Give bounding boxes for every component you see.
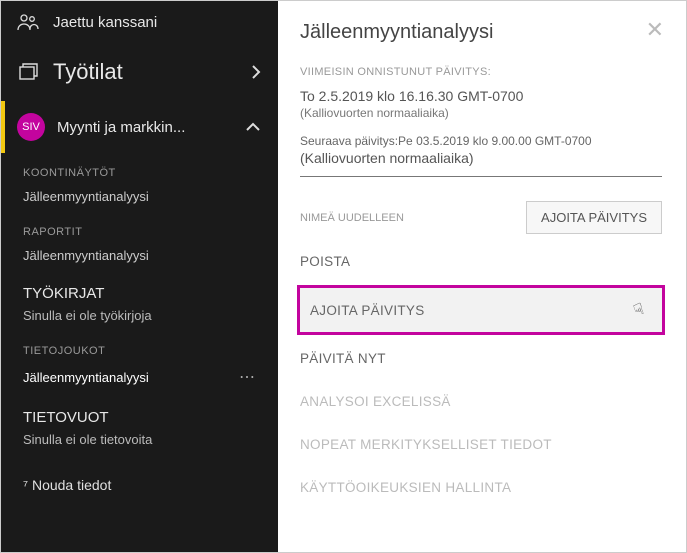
chevron-up-icon	[244, 121, 262, 133]
pointer-cursor-icon	[634, 300, 652, 320]
dashboard-item[interactable]: Jälleenmyyntianalyysi	[1, 183, 278, 212]
schedule-refresh-action-label: AJOITA PÄIVITYS	[310, 303, 425, 318]
actions-list: NIMEÄ UUDELLEEN AJOITA PÄIVITYS POISTA A…	[300, 201, 662, 509]
more-options-icon[interactable]: ⋯	[239, 367, 256, 387]
dataflows-empty-text: Sinulla ei ole tietovoita	[1, 428, 278, 455]
next-refresh-value: Seuraava päivitys:Pe 03.5.2019 klo 9.00.…	[300, 134, 662, 148]
report-item[interactable]: Jälleenmyyntianalyysi	[1, 242, 278, 271]
reports-section-label: RAPORTIT	[1, 212, 278, 242]
panel-title: Jälleenmyyntianalyysi	[300, 21, 662, 44]
schedule-refresh-button[interactable]: AJOITA PÄIVITYS	[526, 201, 662, 234]
workspaces-nav[interactable]: Työtilat	[1, 43, 278, 101]
report-item-label: Jälleenmyyntianalyysi	[23, 248, 149, 263]
divider	[300, 176, 662, 177]
last-refresh-label: VIIMEISIN ONNISTUNUT PÄIVITYS:	[300, 66, 662, 78]
refresh-now-action[interactable]: PÄIVITÄ NYT	[300, 337, 662, 380]
workspace-avatar: SIV	[17, 113, 45, 141]
permissions-action[interactable]: KÄYTTÖOIKEUKSIEN HALLINTA	[300, 466, 662, 509]
people-icon	[17, 13, 39, 31]
next-refresh-tz: (Kalliovuorten normaaliaika)	[300, 150, 662, 166]
last-refresh-tz: (Kalliovuorten normaaliaika)	[300, 106, 662, 120]
sidebar: Jaettu kanssani Työtilat SIV Myynti ja m…	[1, 1, 278, 552]
dashboards-section-label: KOONTINÄYTÖT	[1, 153, 278, 183]
get-data-link[interactable]: ⁷ Nouda tiedot	[1, 461, 278, 509]
delete-action[interactable]: POISTA	[300, 240, 662, 283]
datasets-section-label: TIETOJOUKOT	[1, 331, 278, 361]
current-workspace-row[interactable]: SIV Myynti ja markkin...	[1, 101, 278, 153]
current-workspace-name: Myynti ja markkin...	[57, 119, 185, 136]
quick-insights-action[interactable]: NOPEAT MERKITYKSELLISET TIEDOT	[300, 423, 662, 466]
rename-label: NIMEÄ UUDELLEEN	[300, 212, 404, 224]
dataset-item-label: Jälleenmyyntianalyysi	[23, 370, 149, 385]
chevron-right-icon	[250, 63, 262, 81]
workspaces-label: Työtilat	[53, 59, 123, 85]
dataflows-section-title: TIETOVUOT	[1, 395, 278, 428]
shared-with-me-label: Jaettu kanssani	[53, 14, 157, 31]
workbooks-section-title: TYÖKIRJAT	[1, 271, 278, 304]
workspaces-icon	[17, 61, 39, 83]
close-icon[interactable]: ✕	[646, 19, 664, 41]
workbooks-empty-text: Sinulla ei ole työkirjoja	[1, 304, 278, 331]
dashboard-item-label: Jälleenmyyntianalyysi	[23, 189, 149, 204]
analyze-excel-action[interactable]: ANALYSOI EXCELISSÄ	[300, 380, 662, 423]
schedule-refresh-action[interactable]: AJOITA PÄIVITYS	[297, 285, 665, 335]
shared-with-me-nav[interactable]: Jaettu kanssani	[1, 1, 278, 43]
last-refresh-value: To 2.5.2019 klo 16.16.30 GMT-0700	[300, 88, 662, 104]
dataset-item[interactable]: Jälleenmyyntianalyysi ⋯	[1, 361, 278, 395]
context-panel: ✕ Jälleenmyyntianalyysi VIIMEISIN ONNIST…	[278, 1, 686, 552]
